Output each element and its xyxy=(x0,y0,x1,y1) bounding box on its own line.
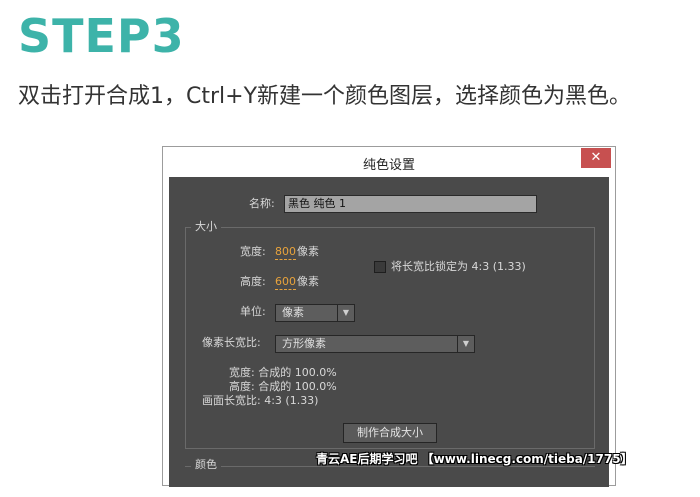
chevron-down-icon: ▼ xyxy=(457,336,474,352)
size-group-title: 大小 xyxy=(191,220,221,234)
color-group-title: 颜色 xyxy=(191,458,221,472)
unit-select[interactable]: 像素 ▼ xyxy=(275,304,355,322)
watermark: 青云AE后期学习吧 【www.linecg.com/tieba/1775】 xyxy=(316,452,633,466)
height-label: 高度: xyxy=(240,275,266,288)
info-frame-aspect: 画面长宽比: 4:3 (1.33) xyxy=(202,394,319,407)
pixel-aspect-label: 像素长宽比: xyxy=(202,336,261,349)
lock-aspect-label: 将长宽比锁定为 4:3 (1.33) xyxy=(391,260,526,273)
height-value[interactable]: 600 xyxy=(275,275,296,290)
name-input[interactable]: 黑色 纯色 1 xyxy=(284,195,537,213)
lock-aspect-checkbox[interactable] xyxy=(374,261,386,273)
height-unit: 像素 xyxy=(297,275,319,288)
step-title: STEP3 xyxy=(18,9,185,63)
pixel-aspect-select[interactable]: 方形像素 ▼ xyxy=(275,335,475,353)
width-label: 宽度: xyxy=(240,245,266,258)
pixel-aspect-value: 方形像素 xyxy=(282,337,326,350)
info-width: 宽度: 合成的 100.0% xyxy=(229,366,337,379)
dialog-title: 纯色设置 xyxy=(362,158,415,173)
color-group xyxy=(185,466,595,497)
instruction-text: 双击打开合成1，Ctrl+Y新建一个颜色图层，选择颜色为黑色。 xyxy=(18,84,632,109)
close-button[interactable]: ✕ xyxy=(581,148,611,168)
chevron-down-icon: ▼ xyxy=(337,305,354,321)
make-comp-size-button[interactable]: 制作合成大小 xyxy=(343,423,437,443)
solid-settings-dialog: 纯色设置 ✕ 名称: 黑色 纯色 1 大小 宽度: 800 像素 将长宽比锁定为… xyxy=(162,146,616,487)
width-value[interactable]: 800 xyxy=(275,245,296,260)
unit-select-value: 像素 xyxy=(282,306,304,319)
dialog-body: 名称: 黑色 纯色 1 大小 宽度: 800 像素 将长宽比锁定为 4:3 (1… xyxy=(169,177,609,487)
width-unit: 像素 xyxy=(297,245,319,258)
name-label: 名称: xyxy=(249,197,275,210)
unit-label: 单位: xyxy=(240,305,266,318)
dialog-titlebar: 纯色设置 ✕ xyxy=(163,147,615,177)
info-height: 高度: 合成的 100.0% xyxy=(229,380,337,393)
close-icon: ✕ xyxy=(590,150,602,165)
